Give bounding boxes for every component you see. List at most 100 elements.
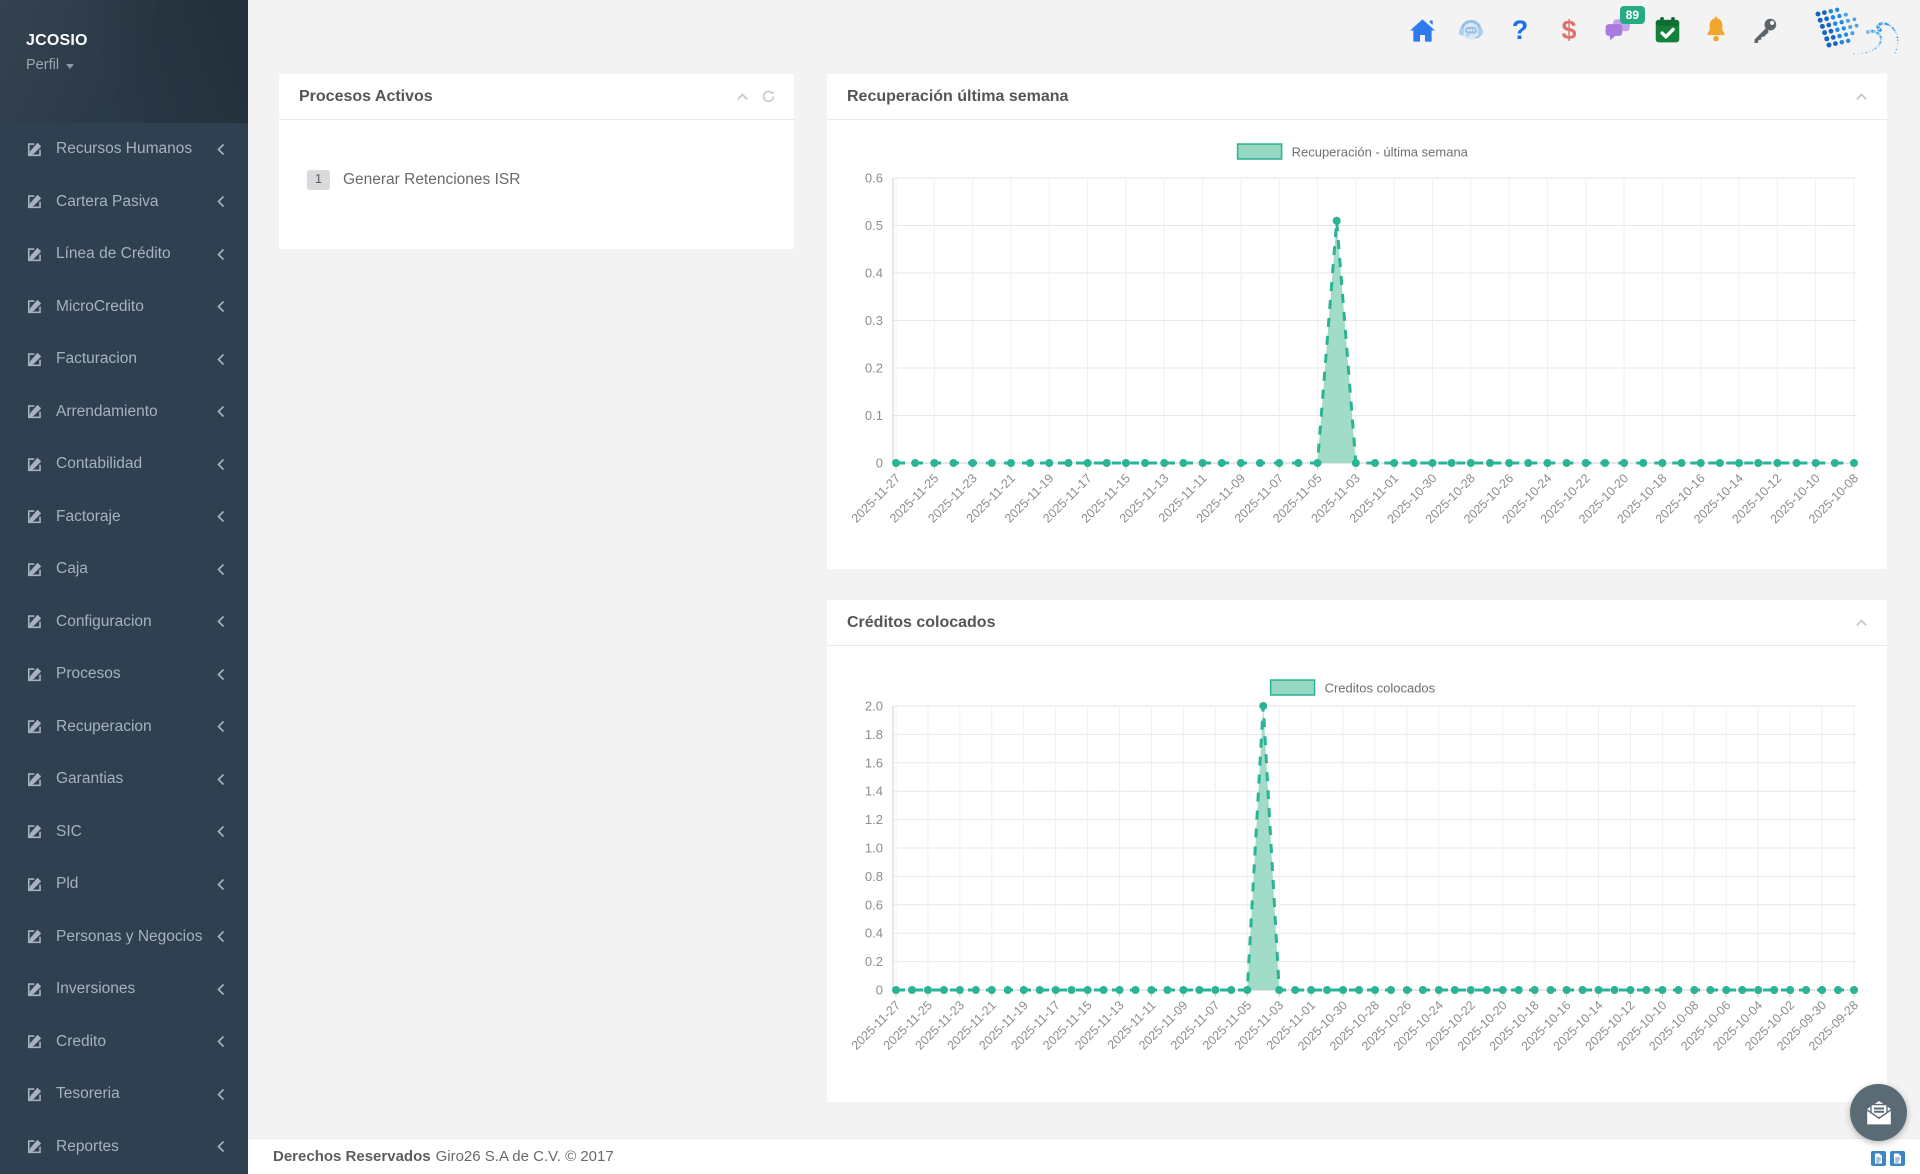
sidebar-item-pld[interactable]: Pld bbox=[0, 858, 248, 911]
pdf-file-icon[interactable] bbox=[1890, 1151, 1905, 1166]
billing-icon[interactable]: $ bbox=[1554, 13, 1584, 47]
sidebar-item-reportes[interactable]: Reportes bbox=[0, 1121, 248, 1174]
footer-rights-label: Derechos Reservados bbox=[273, 1148, 431, 1165]
question-glyph: ? bbox=[1512, 17, 1529, 44]
key-icon[interactable] bbox=[1750, 13, 1780, 47]
chevron-left-icon bbox=[216, 352, 226, 367]
sidebar-item-contabilidad[interactable]: Contabilidad bbox=[0, 438, 248, 491]
footer-pdf-icons bbox=[1871, 1151, 1905, 1166]
mail-fab-button[interactable] bbox=[1850, 1084, 1907, 1141]
sidebar-item-arrendamiento[interactable]: Arrendamiento bbox=[0, 386, 248, 439]
sidebar-item-factoraje[interactable]: Factoraje bbox=[0, 491, 248, 544]
sidebar-item-recuperacion[interactable]: Recuperacion bbox=[0, 701, 248, 754]
help-icon[interactable]: ? bbox=[1505, 13, 1535, 47]
sidebar-menu: Recursos Humanos Cartera Pasiva bbox=[0, 123, 248, 1174]
notifications-bell-icon[interactable] bbox=[1701, 13, 1731, 47]
sidebar-item-tesoreria[interactable]: Tesoreria bbox=[0, 1068, 248, 1121]
proceso-activo-row[interactable]: 1 Generar Retenciones ISR bbox=[307, 170, 794, 190]
svg-text:0.5: 0.5 bbox=[865, 218, 883, 233]
sidebar-item-credito[interactable]: Credito bbox=[0, 1016, 248, 1069]
pdf-file-icon[interactable] bbox=[1871, 1151, 1886, 1166]
edit-icon bbox=[26, 456, 43, 473]
sidebar-item-garantias[interactable]: Garantias bbox=[0, 753, 248, 806]
svg-text:Recuperación - última semana: Recuperación - última semana bbox=[1292, 145, 1469, 160]
collapse-chevron-up-icon[interactable] bbox=[1854, 90, 1869, 103]
svg-text:0.6: 0.6 bbox=[865, 171, 883, 186]
chevron-left-icon bbox=[216, 929, 226, 944]
proceso-label: Generar Retenciones ISR bbox=[343, 171, 520, 189]
chevron-left-icon bbox=[216, 719, 226, 734]
edit-icon bbox=[26, 613, 43, 630]
profile-dropdown[interactable]: Perfil bbox=[0, 50, 74, 73]
creditos-panel-title: Créditos colocados bbox=[847, 614, 1854, 632]
collapse-chevron-up-icon[interactable] bbox=[735, 90, 750, 103]
messages-icon[interactable]: 89 bbox=[1603, 13, 1633, 47]
sidebar-item-label: SIC bbox=[56, 823, 216, 841]
sidebar-item-label: Arrendamiento bbox=[56, 403, 216, 421]
edit-icon bbox=[26, 561, 43, 578]
edit-icon bbox=[26, 981, 43, 998]
sidebar-item-label: Garantias bbox=[56, 770, 216, 788]
sidebar-item-sic[interactable]: SIC bbox=[0, 806, 248, 859]
sidebar-item-label: Recuperacion bbox=[56, 718, 216, 736]
sidebar-item-label: Facturacion bbox=[56, 350, 216, 368]
edit-icon bbox=[26, 298, 43, 315]
collapse-chevron-up-icon[interactable] bbox=[1854, 616, 1869, 629]
svg-text:0.8: 0.8 bbox=[865, 869, 883, 884]
support-headset-icon[interactable] bbox=[1456, 13, 1486, 47]
svg-text:1.2: 1.2 bbox=[865, 812, 883, 827]
profile-dropdown-label: Perfil bbox=[26, 57, 59, 73]
recuperacion-panel-title: Recuperación última semana bbox=[847, 88, 1854, 106]
edit-icon bbox=[26, 351, 43, 368]
home-icon[interactable] bbox=[1407, 13, 1437, 47]
sidebar-item-label: Pld bbox=[56, 875, 216, 893]
sidebar-item-label: Inversiones bbox=[56, 980, 216, 998]
svg-text:0.3: 0.3 bbox=[865, 313, 883, 328]
dollar-glyph: $ bbox=[1561, 17, 1576, 44]
chevron-left-icon bbox=[216, 614, 226, 629]
sidebar-item-label: Recursos Humanos bbox=[56, 140, 216, 158]
svg-text:1.8: 1.8 bbox=[865, 727, 883, 742]
svg-text:0.2: 0.2 bbox=[865, 954, 883, 969]
sidebar-profile: JCOSIO Perfil bbox=[0, 0, 248, 123]
svg-text:0: 0 bbox=[876, 456, 883, 471]
chevron-left-icon bbox=[216, 247, 226, 262]
chevron-left-icon bbox=[216, 1087, 226, 1102]
messages-badge: 89 bbox=[1620, 6, 1645, 24]
edit-icon bbox=[26, 141, 43, 158]
recuperacion-chart: 00.10.20.30.40.50.62025-11-272025-11-252… bbox=[827, 120, 1887, 568]
svg-text:0.4: 0.4 bbox=[865, 266, 883, 281]
chevron-left-icon bbox=[216, 772, 226, 787]
topbar: ? $ 89 bbox=[1407, 13, 1780, 47]
edit-icon bbox=[26, 403, 43, 420]
sidebar-item-label: Procesos bbox=[56, 665, 216, 683]
sidebar-item-label: Cartera Pasiva bbox=[56, 193, 216, 211]
sidebar-item-recursos-humanos[interactable]: Recursos Humanos bbox=[0, 123, 248, 176]
chevron-left-icon bbox=[216, 404, 226, 419]
proceso-count-badge: 1 bbox=[307, 170, 330, 190]
sidebar-item-caja[interactable]: Caja bbox=[0, 543, 248, 596]
sidebar-item-procesos[interactable]: Procesos bbox=[0, 648, 248, 701]
edit-icon bbox=[26, 666, 43, 683]
sidebar-item-cartera-pasiva[interactable]: Cartera Pasiva bbox=[0, 176, 248, 229]
sidebar-item-facturacion[interactable]: Facturacion bbox=[0, 333, 248, 386]
creditos-colocados-chart: 00.20.40.60.81.01.21.41.61.82.02025-11-2… bbox=[827, 646, 1887, 1101]
refresh-icon[interactable] bbox=[761, 89, 776, 104]
edit-icon bbox=[26, 876, 43, 893]
sidebar-item-personas-y-negocios[interactable]: Personas y Negocios bbox=[0, 911, 248, 964]
sidebar-item-label: Tesoreria bbox=[56, 1085, 216, 1103]
chevron-left-icon bbox=[216, 1139, 226, 1154]
chevron-left-icon bbox=[216, 142, 226, 157]
footer: Derechos Reservados Giro26 S.A de C.V. ©… bbox=[248, 1138, 1920, 1174]
edit-icon bbox=[26, 1086, 43, 1103]
sidebar-item-microcredito[interactable]: MicroCredito bbox=[0, 281, 248, 334]
sidebar-item-label: Contabilidad bbox=[56, 455, 216, 473]
sidebar-item-inversiones[interactable]: Inversiones bbox=[0, 963, 248, 1016]
chevron-left-icon bbox=[216, 1034, 226, 1049]
svg-text:1.0: 1.0 bbox=[865, 841, 883, 856]
calendar-check-icon[interactable] bbox=[1652, 13, 1682, 47]
chevron-left-icon bbox=[216, 457, 226, 472]
sidebar-item-linea-de-credito[interactable]: Línea de Crédito bbox=[0, 228, 248, 281]
sidebar-item-configuracion[interactable]: Configuracion bbox=[0, 596, 248, 649]
chevron-left-icon bbox=[216, 194, 226, 209]
